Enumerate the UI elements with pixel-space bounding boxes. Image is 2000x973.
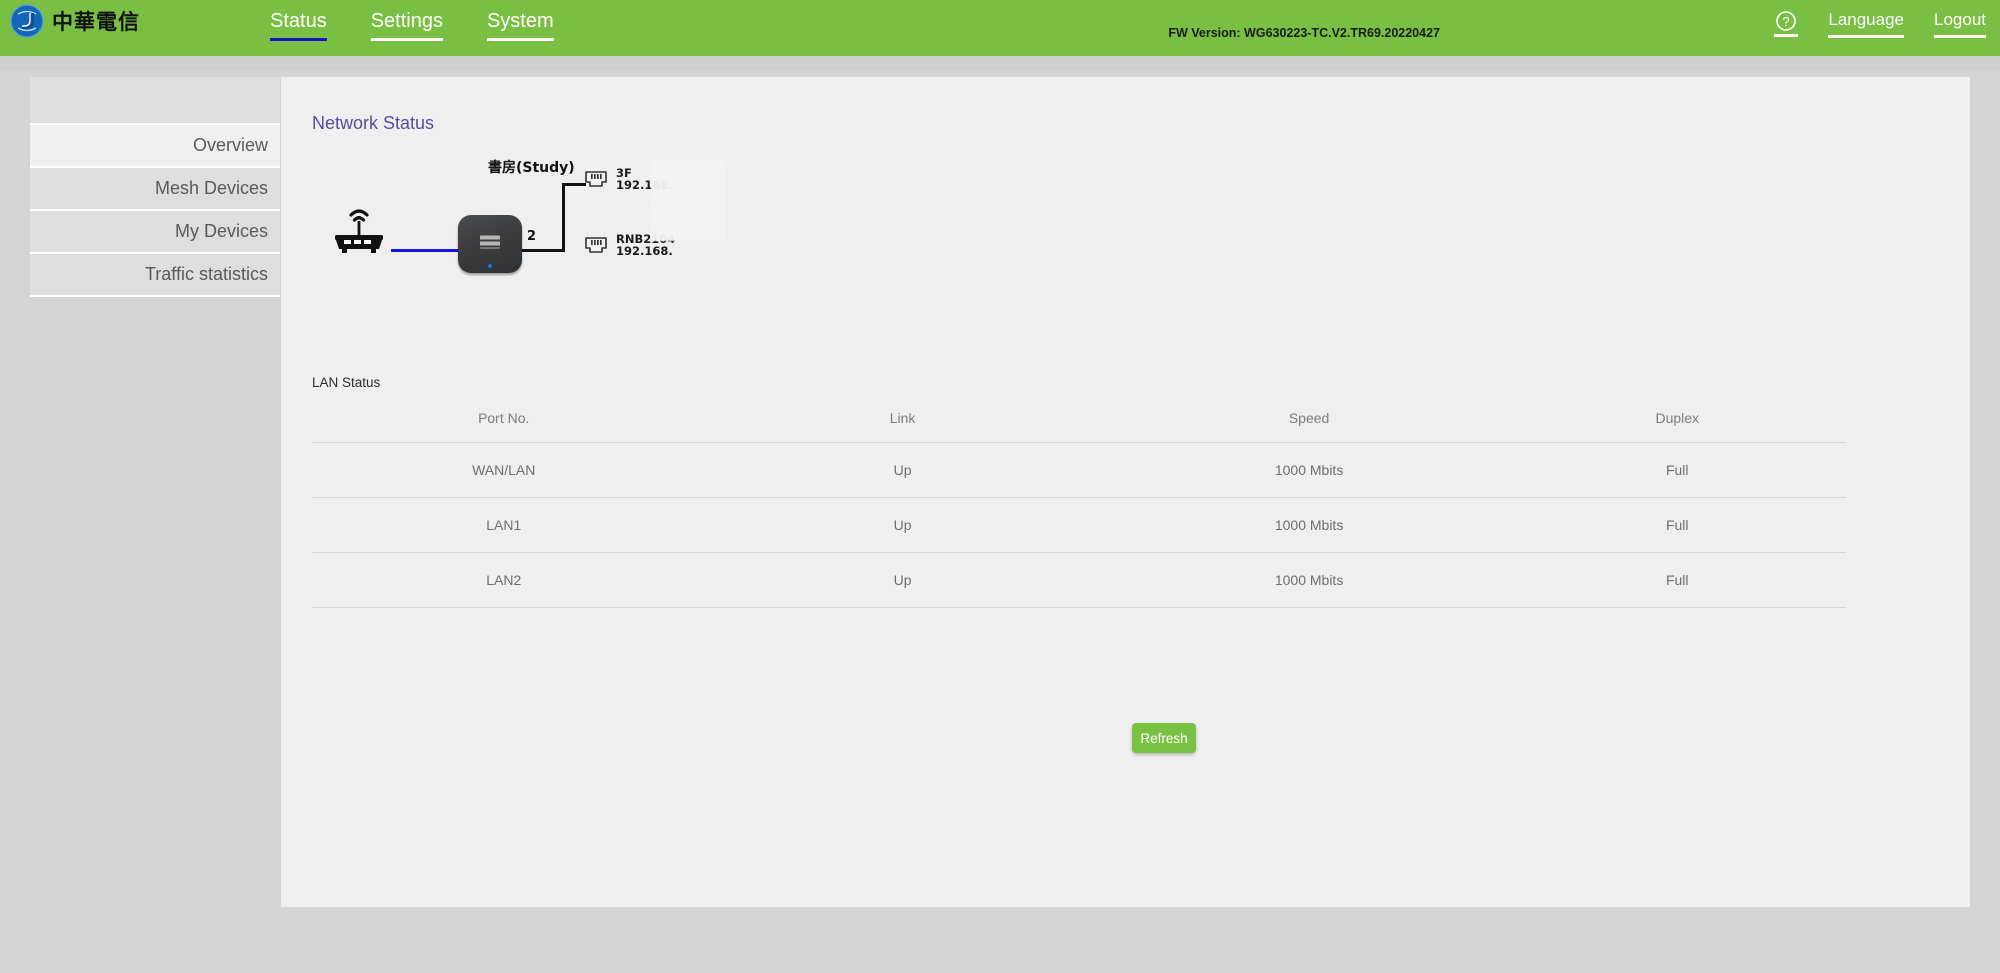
sidebar-header-block: [30, 77, 280, 125]
question-mark-circle-icon[interactable]: ?: [1774, 10, 1799, 40]
page-bottom-filler: [0, 916, 2000, 973]
language-link[interactable]: Language: [1828, 10, 1904, 38]
sidebar-item-label: Traffic statistics: [144, 264, 268, 284]
main-navigation: Status Settings System: [270, 10, 554, 41]
header-actions: ? Language Logout: [1774, 10, 1986, 40]
cell-link: Up: [695, 497, 1110, 553]
mesh-access-point-icon: [458, 215, 522, 273]
column-header-duplex: Duplex: [1508, 399, 1846, 443]
table-row: LAN2 Up 1000 Mbits Full: [312, 552, 1846, 608]
cell-port: LAN1: [312, 497, 696, 553]
cell-port: LAN2: [312, 552, 696, 608]
connected-port-count: 2: [527, 229, 537, 244]
nav-tab-status[interactable]: Status: [270, 10, 327, 41]
header-divider-strip: [0, 56, 2000, 71]
nav-tab-settings[interactable]: Settings: [370, 10, 443, 41]
column-header-speed: Speed: [1109, 399, 1509, 443]
client-ip: 192.168.: [616, 244, 673, 259]
sidebar-item-label: Mesh Devices: [154, 178, 268, 198]
cell-duplex: Full: [1508, 497, 1846, 553]
column-header-port-no: Port No.: [312, 399, 696, 443]
lan-branch-top-line: [562, 183, 586, 186]
ethernet-rj45-jack-icon: [584, 235, 608, 260]
logout-link[interactable]: Logout: [1934, 10, 1986, 38]
wireless-router-icon: [331, 205, 387, 260]
cell-duplex: Full: [1508, 442, 1846, 498]
lan-branch-vertical-line: [562, 183, 565, 252]
page-title: Network Status: [312, 113, 435, 133]
svg-text:?: ?: [1783, 14, 1790, 29]
network-topology-diagram: 書房(Study) 2 3F 192.168. RNB2104 192.168.: [331, 157, 891, 297]
lan-status-table: Port No. Link Speed Duplex WAN/LAN Up 10…: [312, 399, 1846, 608]
mesh-device-brand-mark: [480, 235, 500, 249]
sidebar-item-label: My Devices: [174, 221, 268, 241]
sidebar-item-mesh-devices[interactable]: Mesh Devices: [30, 168, 280, 211]
sidebar-item-label: Overview: [192, 135, 268, 155]
table-header-row: Port No. Link Speed Duplex: [312, 399, 1846, 443]
wan-link-line: [391, 249, 459, 252]
refresh-button[interactable]: Refresh: [1132, 723, 1196, 753]
nav-tab-system[interactable]: System: [486, 10, 554, 41]
cell-port: WAN/LAN: [312, 442, 696, 498]
sidebar-item-overview[interactable]: Overview: [30, 125, 280, 168]
redacted-region: [651, 161, 726, 241]
table-row: LAN1 Up 1000 Mbits Full: [312, 497, 1846, 553]
cell-speed: 1000 Mbits: [1109, 497, 1509, 553]
cell-duplex: Full: [1508, 552, 1846, 608]
firmware-version-label: FW Version: WG630223-TC.V2.TR69.20220427: [1168, 26, 1440, 40]
top-header-bar: 中華電信 Status Settings System FW Version: …: [0, 0, 2000, 56]
column-header-link: Link: [695, 399, 1110, 443]
sidebar: Overview Mesh Devices My Devices Traffic…: [30, 77, 280, 297]
mesh-device-label: 書房(Study): [488, 160, 575, 176]
lan-trunk-line: [522, 249, 564, 252]
ethernet-rj45-jack-icon: [584, 169, 608, 194]
cell-speed: 1000 Mbits: [1109, 552, 1509, 608]
page-body: Overview Mesh Devices My Devices Traffic…: [0, 71, 2000, 940]
help-underline: [1774, 34, 1799, 37]
sidebar-item-my-devices[interactable]: My Devices: [30, 211, 280, 254]
table-row: WAN/LAN Up 1000 Mbits Full: [312, 442, 1846, 498]
brand-name: 中華電信: [52, 10, 140, 34]
content-panel: Network Status 書房(Study) 2 3F 192.168. R…: [281, 77, 1970, 907]
chunghwa-telecom-globe-logo: [10, 4, 44, 38]
cell-link: Up: [695, 442, 1110, 498]
lan-status-title: LAN Status: [312, 375, 381, 390]
brand-logo[interactable]: 中華電信: [10, 4, 140, 38]
sidebar-item-traffic-statistics[interactable]: Traffic statistics: [30, 254, 280, 297]
cell-speed: 1000 Mbits: [1109, 442, 1509, 498]
cell-link: Up: [695, 552, 1110, 608]
